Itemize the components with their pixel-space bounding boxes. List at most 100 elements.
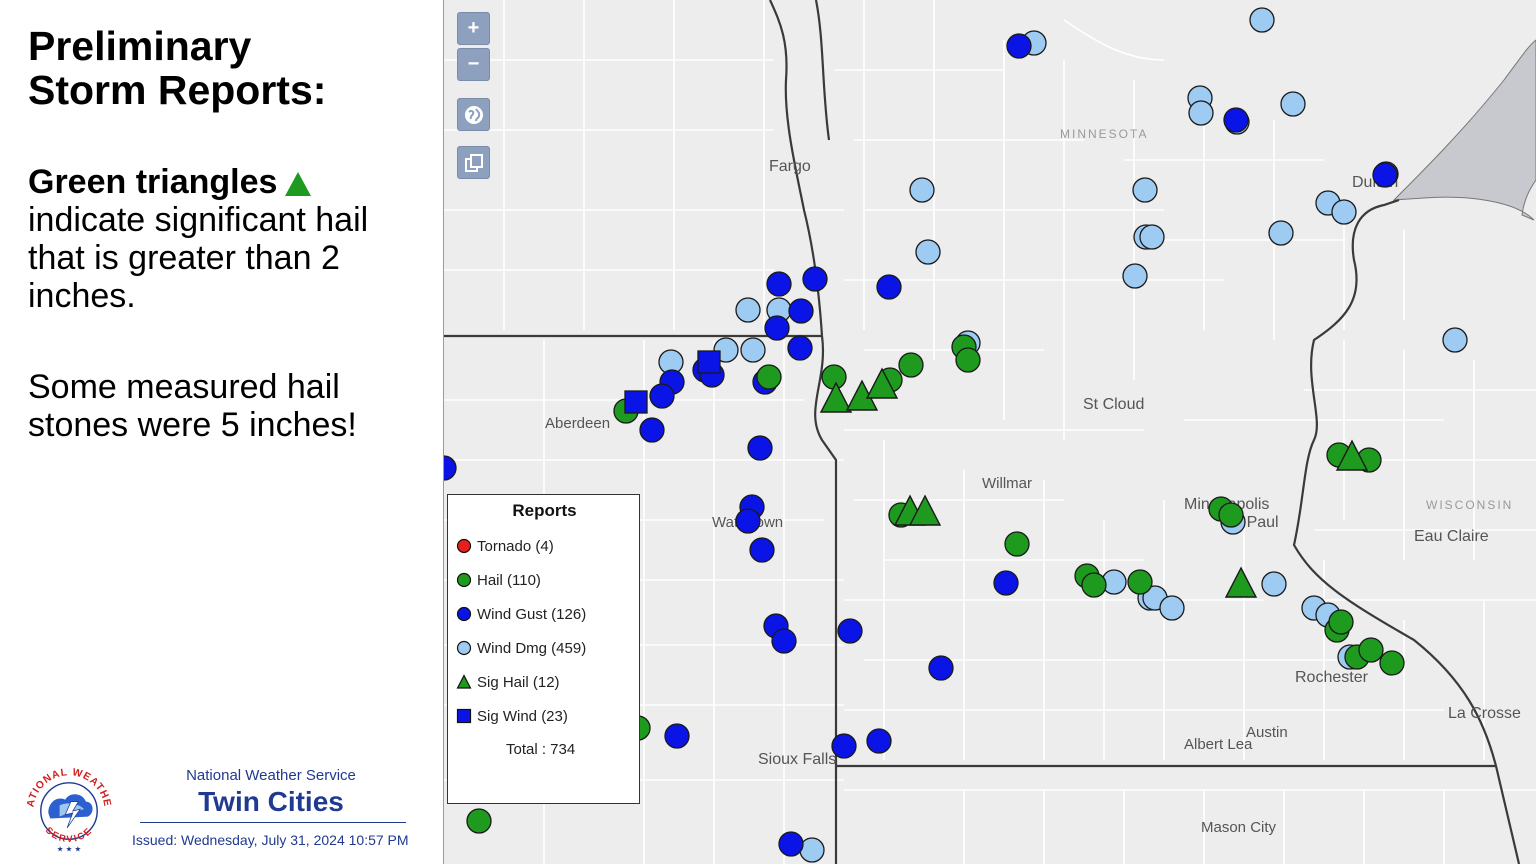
page-title: Preliminary Storm Reports: bbox=[28, 24, 428, 112]
sig-wind-report-marker[interactable] bbox=[624, 390, 648, 414]
wind-gust-report-marker[interactable] bbox=[766, 271, 792, 297]
office-name: National Weather Service bbox=[186, 767, 356, 784]
wind-gust-report-marker[interactable] bbox=[866, 728, 892, 754]
wind-gust-report-marker[interactable] bbox=[876, 274, 902, 300]
hail-marker-icon bbox=[456, 572, 472, 588]
wind-dmg-report-marker[interactable] bbox=[1122, 263, 1148, 289]
svg-text:★ ★ ★: ★ ★ ★ bbox=[57, 844, 82, 853]
legend-item-sig-hail: Sig Hail (12) bbox=[456, 671, 560, 693]
wind-gust-report-marker[interactable] bbox=[831, 733, 857, 759]
wind-dmg-report-marker[interactable] bbox=[1331, 199, 1357, 225]
office-block: National Weather Service Twin Cities bbox=[128, 766, 414, 818]
wind-dmg-report-marker[interactable] bbox=[915, 239, 941, 265]
office-title: Twin Cities bbox=[198, 786, 344, 817]
legend-item-wind-gust: Wind Gust (126) bbox=[456, 603, 586, 625]
legend-label: Wind Dmg (459) bbox=[477, 639, 587, 657]
wind-dmg-report-marker[interactable] bbox=[735, 297, 761, 323]
wind-gust-report-marker[interactable] bbox=[649, 383, 675, 409]
wind-gust-report-marker[interactable] bbox=[735, 508, 761, 534]
city-label-willmar: Willmar bbox=[982, 475, 1032, 492]
minus-icon: − bbox=[467, 53, 480, 75]
wind-gust-report-marker[interactable] bbox=[639, 417, 665, 443]
description-bold: Green triangles bbox=[28, 163, 278, 201]
wind-gust-report-marker[interactable] bbox=[837, 618, 863, 644]
wind-gust-report-marker[interactable] bbox=[1223, 107, 1249, 133]
wind-dmg-report-marker[interactable] bbox=[909, 177, 935, 203]
wind-gust-report-marker[interactable] bbox=[1372, 162, 1398, 188]
hail-report-marker[interactable] bbox=[1004, 531, 1030, 557]
legend-label: Tornado (4) bbox=[477, 537, 554, 555]
green-triangle-icon bbox=[285, 172, 312, 197]
title-line-1: Preliminary bbox=[28, 23, 252, 69]
hail-report-marker[interactable] bbox=[1081, 572, 1107, 598]
city-label-rochester: Rochester bbox=[1295, 669, 1369, 686]
wind-gust-report-marker[interactable] bbox=[993, 570, 1019, 596]
issued-timestamp: Issued: Wednesday, July 31, 2024 10:57 P… bbox=[132, 832, 409, 848]
description-text: indicate significant hail that is greate… bbox=[28, 201, 369, 315]
legend-label: Wind Gust (126) bbox=[477, 605, 587, 623]
hail-report-marker[interactable] bbox=[756, 364, 782, 390]
city-label-fargo: Fargo bbox=[769, 158, 811, 175]
wind-dmg-report-marker[interactable] bbox=[799, 837, 825, 863]
hail-report-marker[interactable] bbox=[1358, 637, 1384, 663]
city-label-mason-city: Mason City bbox=[1201, 819, 1277, 836]
legend-label: Hail (110) bbox=[477, 571, 541, 589]
wind-gust-report-marker[interactable] bbox=[771, 628, 797, 654]
globe-icon bbox=[464, 105, 483, 124]
legend-label: Sig Hail (12) bbox=[477, 673, 560, 691]
legend-item-tornado: Tornado (4) bbox=[456, 535, 554, 557]
info-panel: Preliminary Storm Reports: Green triangl… bbox=[0, 0, 444, 864]
wind-dmg-report-marker[interactable] bbox=[1442, 327, 1468, 353]
nws-logo: NATIONAL WEATHER SERVICE ★ ★ ★ bbox=[22, 764, 115, 857]
wind-dmg-report-marker[interactable] bbox=[740, 337, 766, 363]
wind-gust-report-marker[interactable] bbox=[764, 315, 790, 341]
legend-item-wind-dmg: Wind Dmg (459) bbox=[456, 637, 586, 659]
wind-gust-report-marker[interactable] bbox=[778, 831, 804, 857]
office-divider bbox=[140, 822, 406, 823]
hail-report-marker[interactable] bbox=[955, 347, 981, 373]
wind-gust-report-marker[interactable] bbox=[747, 435, 773, 461]
wind-gust-report-marker[interactable] bbox=[802, 266, 828, 292]
sig-hail-marker-icon bbox=[456, 674, 472, 689]
legend-label: Sig Wind (23) bbox=[477, 707, 568, 725]
legend-item-sig-wind: Sig Wind (23) bbox=[456, 705, 568, 727]
wind-gust-report-marker[interactable] bbox=[664, 723, 690, 749]
description: Green triangles indicate significant hai… bbox=[28, 163, 428, 315]
layers-button[interactable] bbox=[457, 146, 490, 179]
sig-wind-marker-icon bbox=[456, 708, 472, 724]
wind-dmg-report-marker[interactable] bbox=[1132, 177, 1158, 203]
layers-icon bbox=[464, 153, 483, 172]
wind-gust-report-marker[interactable] bbox=[787, 335, 813, 361]
sig-wind-report-marker[interactable] bbox=[697, 350, 721, 374]
zoom-in-button[interactable]: + bbox=[457, 12, 490, 45]
wind-gust-report-marker[interactable] bbox=[1006, 33, 1032, 59]
hail-report-marker[interactable] bbox=[1379, 650, 1405, 676]
wind-dmg-report-marker[interactable] bbox=[1249, 7, 1275, 33]
legend-item-hail: Hail (110) bbox=[456, 569, 541, 591]
hail-report-marker[interactable] bbox=[1218, 502, 1244, 528]
legend: Reports Tornado (4) Hail (110) Wind Gust… bbox=[447, 494, 640, 804]
tornado-marker-icon bbox=[456, 538, 472, 554]
legend-total: Total : 734 bbox=[506, 741, 576, 758]
zoom-out-button[interactable]: − bbox=[457, 48, 490, 81]
city-label-st-cloud: St Cloud bbox=[1083, 396, 1144, 413]
globe-button[interactable] bbox=[457, 98, 490, 131]
wind-dmg-report-marker[interactable] bbox=[1268, 220, 1294, 246]
city-label-aberdeen: Aberdeen bbox=[545, 415, 610, 432]
wind-dmg-report-marker[interactable] bbox=[1188, 100, 1214, 126]
legend-title: Reports bbox=[512, 501, 577, 520]
hail-report-marker[interactable] bbox=[1127, 569, 1153, 595]
wind-gust-report-marker[interactable] bbox=[749, 537, 775, 563]
wind-gust-marker-icon bbox=[456, 606, 472, 622]
wind-dmg-report-marker[interactable] bbox=[1261, 571, 1287, 597]
hail-report-marker[interactable] bbox=[898, 352, 924, 378]
wind-dmg-report-marker[interactable] bbox=[1159, 595, 1185, 621]
hail-report-marker[interactable] bbox=[1328, 609, 1354, 635]
wind-gust-report-marker[interactable] bbox=[788, 298, 814, 324]
hail-report-marker[interactable] bbox=[466, 808, 492, 834]
state-label-minnesota: MINNESOTA bbox=[1060, 127, 1148, 141]
wind-gust-report-marker[interactable] bbox=[928, 655, 954, 681]
wind-dmg-report-marker[interactable] bbox=[1280, 91, 1306, 117]
wind-dmg-report-marker[interactable] bbox=[1139, 224, 1165, 250]
wind-dmg-marker-icon bbox=[456, 640, 472, 656]
